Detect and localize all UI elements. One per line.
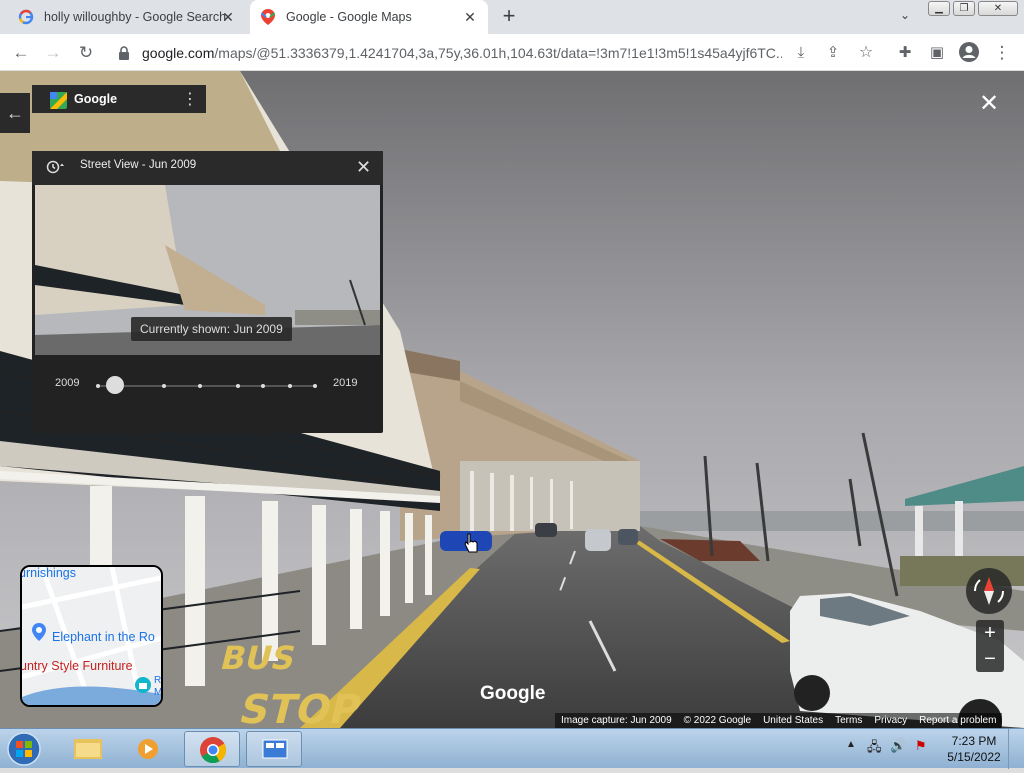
volume-icon[interactable]: 🔊 (890, 738, 906, 754)
close-icon[interactable]: ✕ (356, 157, 371, 178)
browser-tab-strip: holly willoughby - Google Search ✕ Googl… (0, 0, 1024, 34)
copyright-text: © 2022 Google (683, 715, 752, 726)
slider-end-year: 2019 (333, 377, 358, 389)
system-clock[interactable]: 7:23 PM 5/15/2022 (943, 733, 1005, 765)
date-slider[interactable]: 2009 2019 (32, 369, 383, 399)
network-icon[interactable]: 🖧 (867, 738, 882, 760)
chrome-taskbar-icon[interactable] (184, 731, 240, 767)
profile-avatar-icon[interactable] (958, 42, 980, 64)
minimize-button[interactable]: ▁ (928, 1, 950, 16)
chevron-down-icon[interactable]: ⌄ (897, 8, 913, 24)
history-clock-icon[interactable] (46, 160, 64, 174)
system-tray: ▲ 🖧 🔊 ⚑ (843, 737, 943, 761)
restore-button[interactable]: ❐ (953, 1, 975, 16)
more-menu-icon[interactable]: ⋮ (991, 42, 1013, 64)
back-arrow-icon[interactable]: ← (10, 42, 32, 64)
street-view-header: Google ⋮ (32, 85, 206, 113)
google-maps-pin-icon (260, 9, 276, 25)
install-app-icon[interactable]: ⤓ (790, 42, 812, 64)
brand-name: Google (74, 92, 118, 106)
back-to-map-button[interactable]: ← (0, 93, 30, 133)
close-tab-icon[interactable]: ✕ (220, 9, 236, 25)
lock-icon[interactable] (118, 46, 132, 60)
slider-track[interactable] (100, 385, 314, 387)
road-marking-stop: STOP (235, 686, 366, 728)
slider-tick[interactable] (288, 384, 292, 388)
back-arrow-icon: ← (6, 103, 24, 123)
google-g-icon (18, 9, 34, 25)
exit-street-view-button[interactable]: ✕ (976, 91, 1002, 117)
slider-tick[interactable] (198, 384, 202, 388)
file-explorer-icon[interactable] (60, 731, 116, 767)
street-view-canvas[interactable]: BUS STOP ← Google ⋮ Street View - Jun 20… (0, 71, 1024, 728)
show-desktop-button[interactable] (1008, 729, 1024, 769)
close-window-button[interactable]: ✕ (978, 1, 1018, 16)
action-center-icon[interactable]: ⚑ (915, 738, 927, 754)
bookmark-star-icon[interactable]: ☆ (855, 42, 877, 64)
map-footer: Image capture: Jun 2009 © 2022 Google Un… (555, 713, 1003, 728)
slider-handle[interactable] (106, 376, 124, 394)
media-player-icon[interactable] (120, 731, 176, 767)
tab-google-search[interactable]: holly willoughby - Google Search ✕ (8, 0, 246, 34)
slider-tick[interactable] (261, 384, 265, 388)
share-icon[interactable]: ⇪ (822, 42, 844, 64)
currently-shown-tooltip: Currently shown: Jun 2009 (131, 317, 292, 341)
clock-time: 7:23 PM (951, 734, 997, 748)
google-maps-logo-icon (50, 92, 67, 109)
tab-title: holly willoughby - Google Search (44, 10, 227, 24)
road-marking-bus: BUS (217, 639, 300, 676)
slider-tick[interactable] (96, 384, 100, 388)
terms-link[interactable]: Terms (829, 715, 868, 726)
new-tab-button[interactable]: + (498, 5, 520, 28)
report-problem-link[interactable]: Report a problem (913, 715, 1002, 726)
map-poi-label: Elephant in the Ro (52, 630, 155, 644)
more-options-icon[interactable]: ⋮ (182, 89, 198, 109)
slider-tick[interactable] (162, 384, 166, 388)
url-domain: google.com (142, 45, 215, 61)
browser-toolbar: ← → ↻ google.com/maps/@51.3336379,1.4241… (0, 34, 1024, 71)
clock-date: 5/15/2022 (947, 750, 1001, 764)
tab-title: Google - Google Maps (286, 10, 412, 24)
slider-start-year: 2009 (55, 377, 80, 389)
privacy-link[interactable]: Privacy (868, 715, 913, 726)
url-path: /maps/@51.3336379,1.4241704,3a,75y,36.01… (214, 45, 782, 61)
region-link[interactable]: United States (757, 715, 829, 726)
time-travel-header: Street View - Jun 2009 ✕ (32, 151, 383, 185)
map-label: R (154, 675, 162, 686)
museum-pin-icon[interactable] (135, 677, 151, 693)
mini-map[interactable]: urnishings Elephant in the Ro untry Styl… (20, 565, 163, 707)
map-label: untry Style Furniture (20, 659, 133, 673)
zoom-controls: + − (976, 620, 1004, 672)
close-icon: ✕ (978, 90, 1000, 117)
reload-icon[interactable]: ↻ (75, 42, 97, 64)
map-label: M (154, 687, 163, 698)
time-travel-panel: Street View - Jun 2009 ✕ Currently shown… (32, 151, 383, 433)
side-panel-icon[interactable]: ▣ (926, 42, 948, 64)
zoom-out-button[interactable]: − (976, 646, 1004, 672)
street-view-date-title: Street View - Jun 2009 (80, 159, 197, 171)
extensions-puzzle-icon[interactable]: ✚ (894, 42, 916, 64)
map-label: urnishings (20, 566, 76, 580)
compass-icon[interactable] (966, 568, 1012, 614)
image-capture-date: Image capture: Jun 2009 (561, 715, 672, 726)
street-view-thumbnail[interactable]: Currently shown: Jun 2009 (35, 185, 380, 355)
windows-taskbar: ▲ 🖧 🔊 ⚑ 7:23 PM 5/15/2022 (0, 728, 1024, 769)
slider-tick[interactable] (313, 384, 317, 388)
start-orb-icon[interactable] (4, 730, 44, 768)
show-hidden-icons-icon[interactable]: ▲ (846, 739, 856, 750)
place-pin-icon[interactable] (32, 623, 46, 641)
zoom-in-button[interactable]: + (976, 620, 1004, 646)
slider-tick[interactable] (236, 384, 240, 388)
tab-google-maps[interactable]: Google - Google Maps ✕ (250, 0, 488, 34)
google-watermark: Google (480, 683, 546, 704)
hand-cursor-icon (464, 533, 478, 553)
close-tab-icon[interactable]: ✕ (462, 9, 478, 25)
control-panel-icon[interactable] (246, 731, 302, 767)
address-bar[interactable]: google.com/maps/@51.3336379,1.4241704,3a… (108, 38, 820, 68)
forward-arrow-icon[interactable]: → (42, 42, 64, 64)
